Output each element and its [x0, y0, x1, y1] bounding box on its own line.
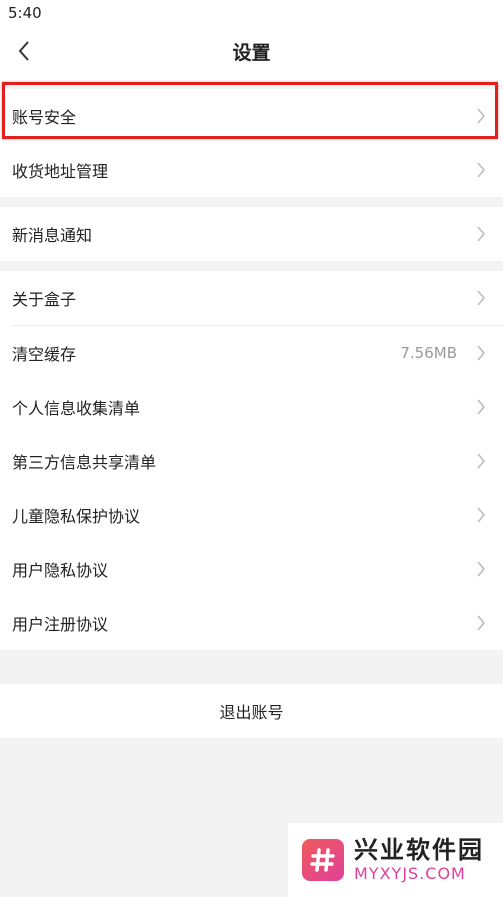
status-time: 5:40: [8, 4, 42, 22]
watermark: 兴业软件园 MYXYJS.COM: [288, 823, 503, 897]
row-label: 账号安全: [12, 108, 77, 127]
row-label: 个人信息收集清单: [12, 399, 141, 418]
logout-button[interactable]: 退出账号: [0, 684, 503, 738]
chevron-right-icon: [475, 560, 487, 578]
row-clear-cache[interactable]: 清空缓存 7.56MB: [0, 326, 503, 380]
row-label: 收货地址管理: [12, 162, 109, 181]
watermark-subtitle: MYXYJS.COM: [354, 864, 466, 883]
cache-size-value: 7.56MB: [400, 344, 457, 362]
chevron-right-icon: [475, 161, 487, 179]
chevron-right-icon: [475, 107, 487, 125]
row-about[interactable]: 关于盒子: [0, 271, 503, 325]
section-gap: [0, 197, 503, 207]
row-account-security[interactable]: 账号安全: [0, 89, 503, 143]
row-user-registration-agreement[interactable]: 用户注册协议: [0, 596, 503, 650]
chevron-right-icon: [475, 398, 487, 416]
page-title: 设置: [232, 42, 271, 64]
chevron-right-icon: [475, 344, 487, 362]
row-label: 用户注册协议: [12, 615, 109, 634]
chevron-right-icon: [475, 452, 487, 470]
row-label: 新消息通知: [12, 226, 93, 245]
row-label: 清空缓存: [12, 345, 77, 364]
row-child-privacy-agreement[interactable]: 儿童隐私保护协议: [0, 488, 503, 542]
row-user-privacy-agreement[interactable]: 用户隐私协议: [0, 542, 503, 596]
settings-group-notifications: 新消息通知: [0, 207, 503, 261]
watermark-title: 兴业软件园: [354, 836, 484, 864]
row-label: 第三方信息共享清单: [12, 453, 157, 472]
chevron-right-icon: [475, 614, 487, 632]
settings-group-about: 关于盒子 清空缓存 7.56MB 个人信息收集清单 第三方信息共享清单 儿童隐私…: [0, 271, 503, 650]
chevron-right-icon: [475, 225, 487, 243]
chevron-right-icon: [475, 506, 487, 524]
row-new-message-notification[interactable]: 新消息通知: [0, 207, 503, 261]
section-gap: [0, 261, 503, 271]
settings-group-account: 账号安全 收货地址管理: [0, 89, 503, 197]
top-bar: 5:40 设置: [0, 0, 503, 85]
row-address-management[interactable]: 收货地址管理: [0, 143, 503, 197]
chevron-right-icon: [475, 289, 487, 307]
row-label: 用户隐私协议: [12, 561, 109, 580]
row-personal-info-list[interactable]: 个人信息收集清单: [0, 380, 503, 434]
hash-logo-icon: [302, 839, 344, 881]
row-label: 关于盒子: [12, 290, 77, 309]
row-third-party-sharing-list[interactable]: 第三方信息共享清单: [0, 434, 503, 488]
row-label: 儿童隐私保护协议: [12, 507, 141, 526]
watermark-text: 兴业软件园 MYXYJS.COM: [354, 836, 484, 884]
